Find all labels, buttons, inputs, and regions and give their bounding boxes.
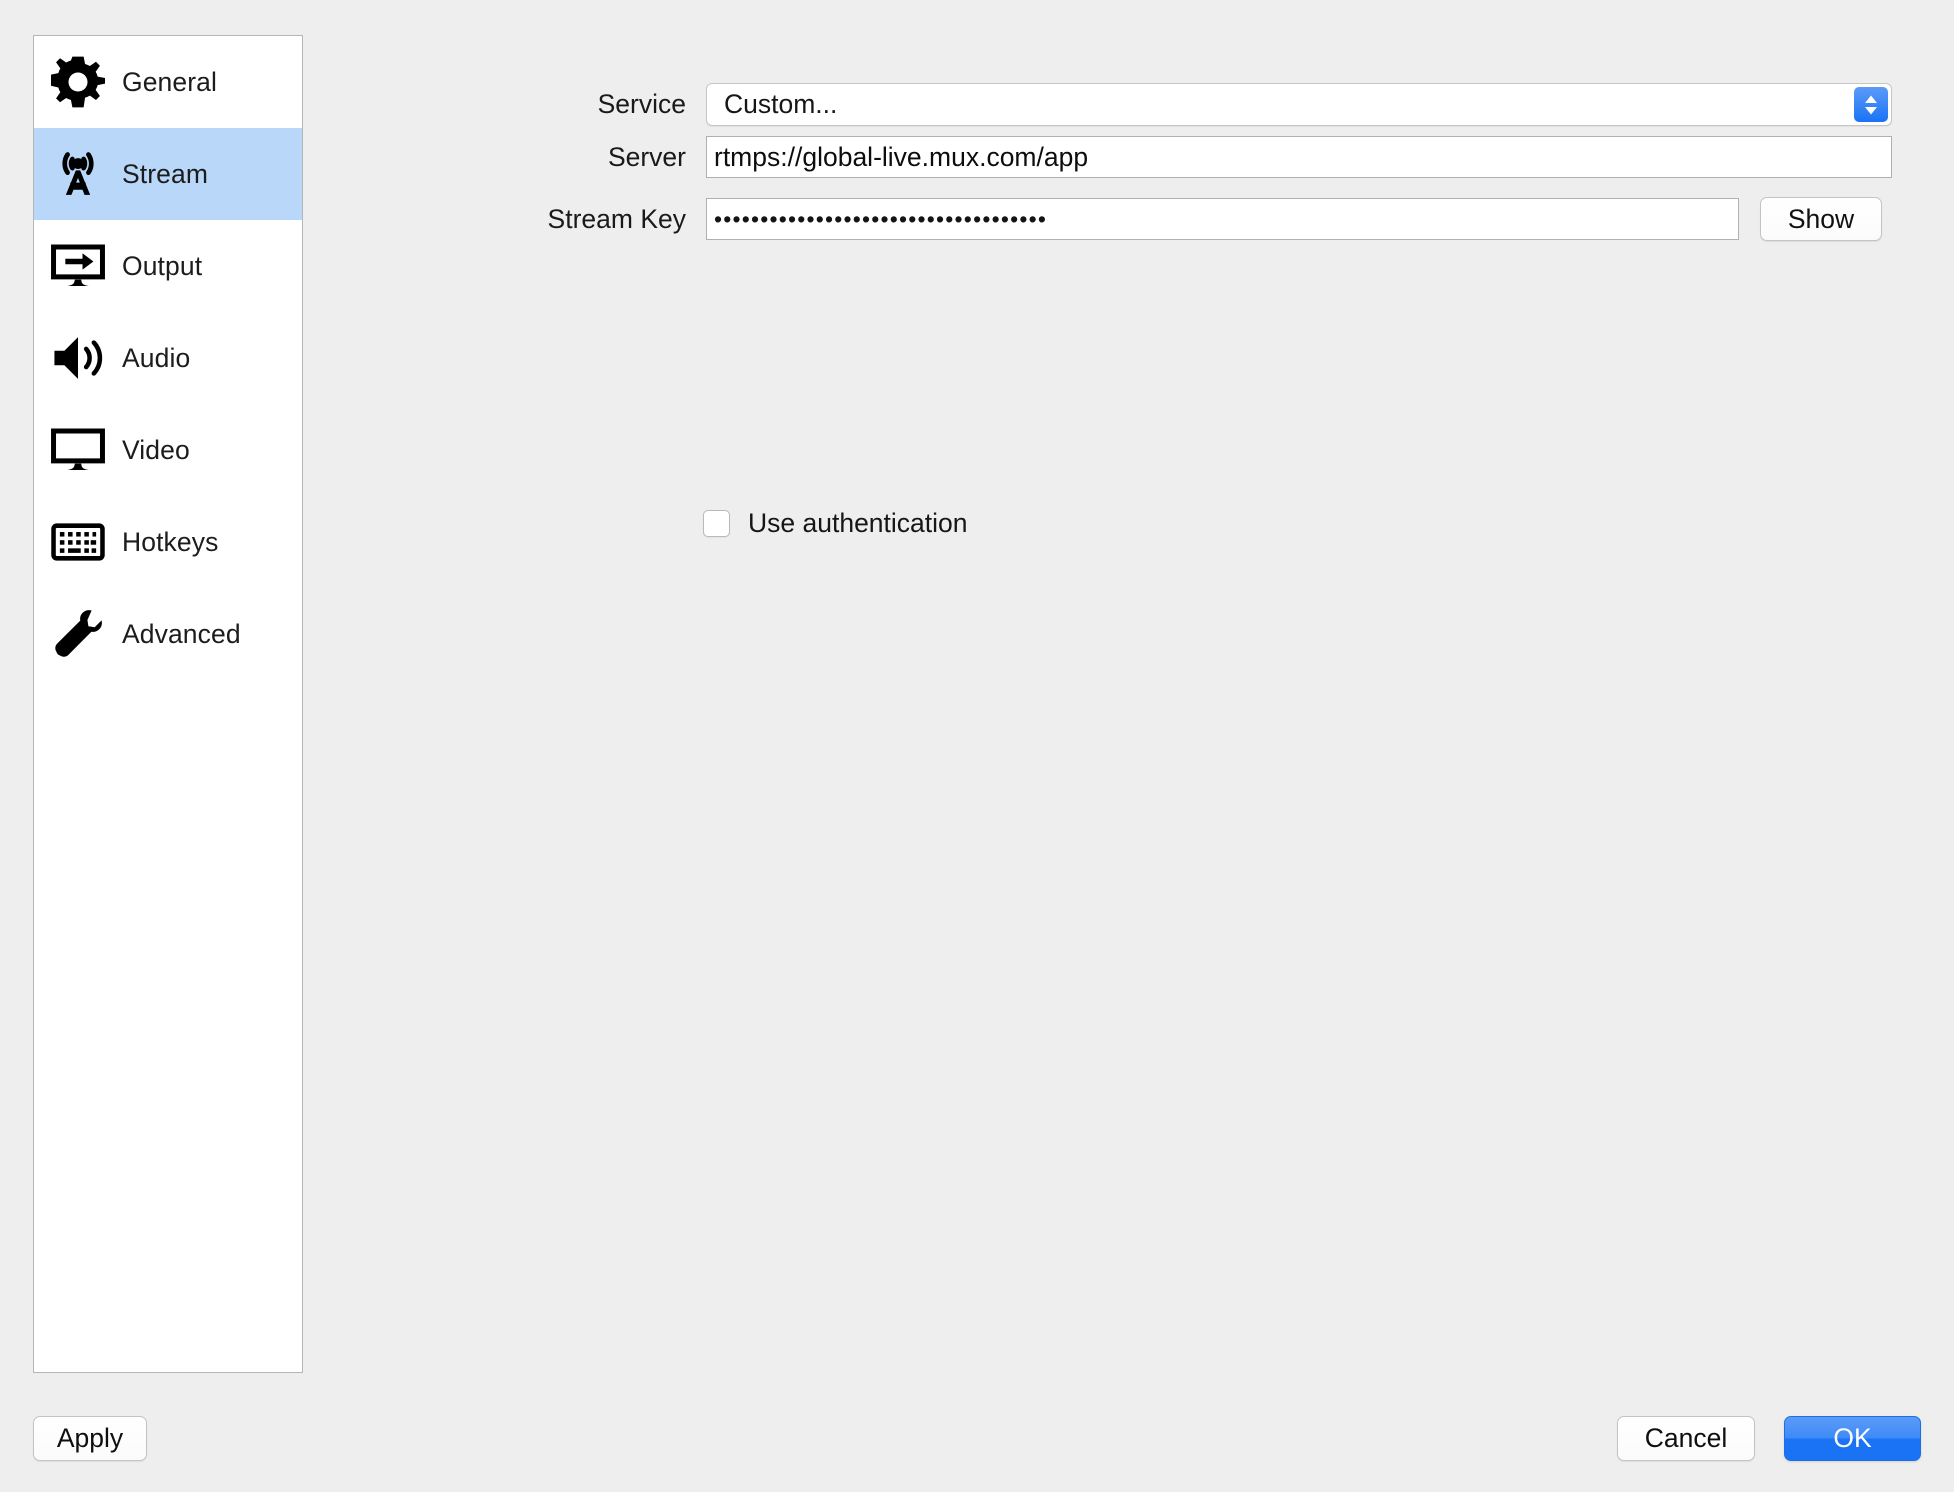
sidebar-item-stream[interactable]: Stream xyxy=(34,128,302,220)
sidebar-item-label: Stream xyxy=(122,159,208,190)
sidebar-item-label: General xyxy=(122,67,217,98)
sidebar-item-label: Advanced xyxy=(122,619,241,650)
monitor-icon xyxy=(47,419,109,481)
settings-window: General Stream xyxy=(0,0,1954,1492)
apply-button[interactable]: Apply xyxy=(33,1416,147,1461)
service-row: Service Custom... xyxy=(440,83,1892,126)
stream-key-label: Stream Key xyxy=(440,204,686,235)
settings-sidebar: General Stream xyxy=(33,35,303,1373)
sidebar-item-label: Audio xyxy=(122,343,190,374)
up-down-chevron-icon[interactable] xyxy=(1854,87,1888,122)
sidebar-item-label: Hotkeys xyxy=(122,527,218,558)
server-label: Server xyxy=(440,142,686,173)
sidebar-item-hotkeys[interactable]: Hotkeys xyxy=(34,496,302,588)
broadcast-tower-icon xyxy=(47,143,109,205)
sidebar-item-audio[interactable]: Audio xyxy=(34,312,302,404)
service-selected-value: Custom... xyxy=(707,89,837,120)
monitor-arrow-icon xyxy=(47,235,109,297)
service-label: Service xyxy=(440,89,686,120)
speaker-icon xyxy=(47,327,109,389)
use-authentication-row: Use authentication xyxy=(703,508,968,539)
sidebar-item-general[interactable]: General xyxy=(34,36,302,128)
sidebar-item-video[interactable]: Video xyxy=(34,404,302,496)
wrench-screwdriver-icon xyxy=(47,603,109,665)
show-stream-key-button[interactable]: Show xyxy=(1760,197,1882,241)
server-input[interactable]: rtmps://global-live.mux.com/app xyxy=(706,136,1892,178)
service-select[interactable]: Custom... xyxy=(706,83,1892,126)
stream-key-row: Stream Key •••••••••••••••••••••••••••••… xyxy=(440,197,1882,241)
stream-key-input[interactable]: •••••••••••••••••••••••••••••••••••• xyxy=(706,198,1739,240)
ok-button[interactable]: OK xyxy=(1784,1416,1921,1461)
cancel-button[interactable]: Cancel xyxy=(1617,1416,1755,1461)
sidebar-item-label: Output xyxy=(122,251,202,282)
gear-icon xyxy=(47,51,109,113)
sidebar-item-output[interactable]: Output xyxy=(34,220,302,312)
sidebar-item-advanced[interactable]: Advanced xyxy=(34,588,302,680)
use-authentication-label: Use authentication xyxy=(748,508,968,539)
server-row: Server rtmps://global-live.mux.com/app xyxy=(440,136,1892,178)
use-authentication-checkbox[interactable] xyxy=(703,510,730,537)
keyboard-icon xyxy=(47,511,109,573)
sidebar-item-label: Video xyxy=(122,435,190,466)
